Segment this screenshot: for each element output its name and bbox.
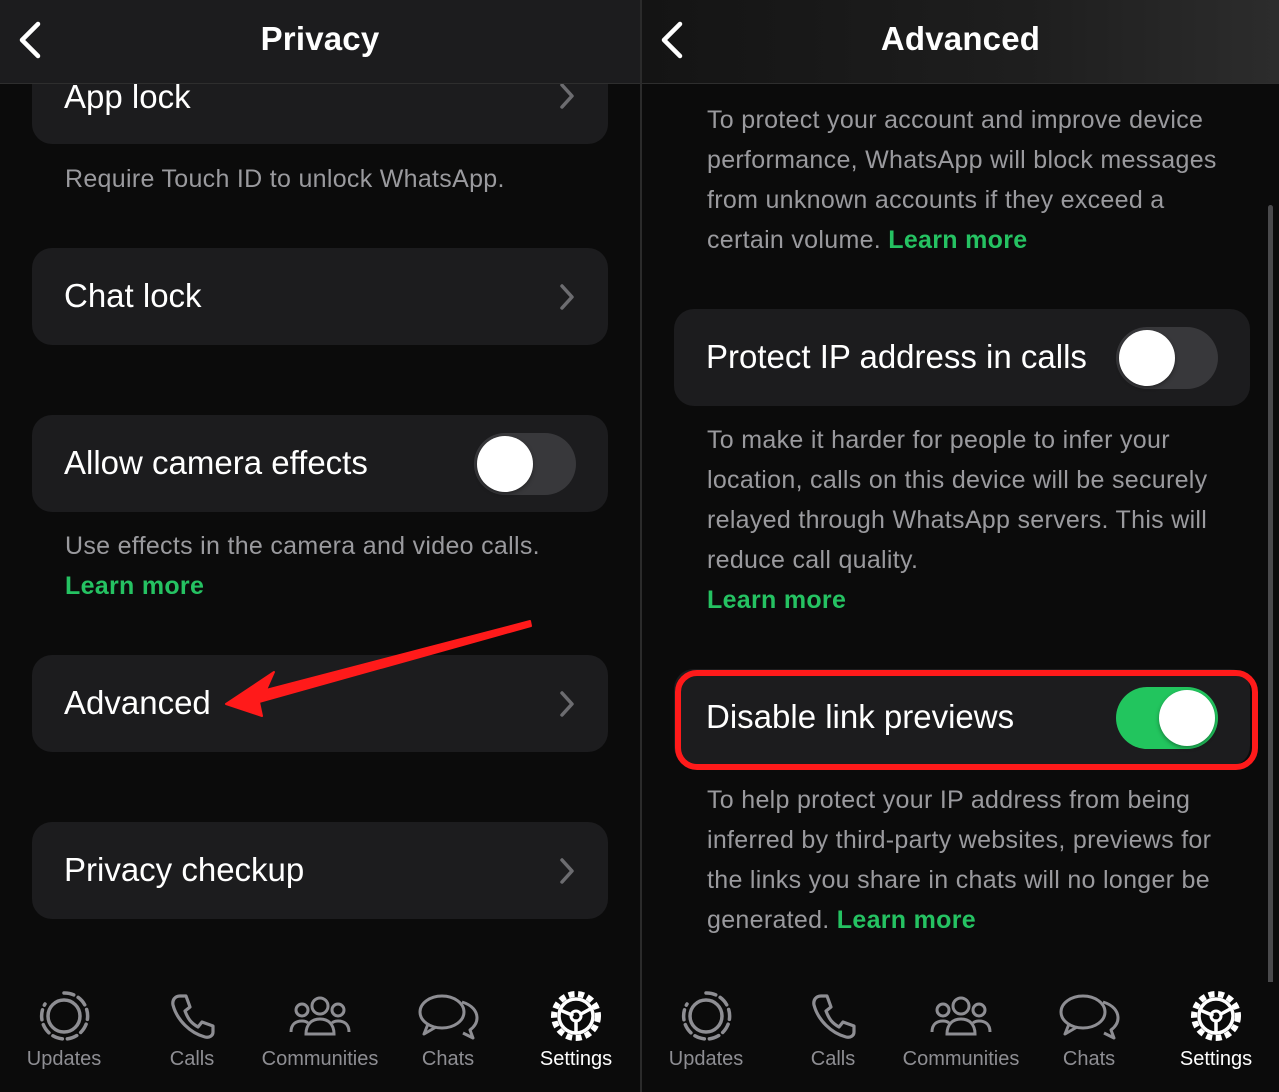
tab-label: Settings (1179, 1048, 1253, 1070)
learn-more-link[interactable]: Learn more (707, 586, 846, 614)
protect-ip-row: Protect IP address in calls (674, 309, 1250, 406)
protect-ip-description: To make it harder for people to infer yo… (707, 420, 1247, 620)
tab-settings[interactable]: Settings (1152, 982, 1279, 1092)
updates-icon (681, 991, 732, 1041)
link-previews-description: To help protect your IP address from bei… (707, 780, 1247, 940)
toggle-knob (1159, 690, 1215, 746)
advanced-screen: Advanced To protect your account and imp… (642, 0, 1279, 1092)
tab-communities[interactable]: Communities (897, 982, 1025, 1092)
annotation-arrow (225, 620, 532, 717)
learn-more-link[interactable]: Learn more (888, 226, 1027, 254)
gear-icon (1191, 991, 1241, 1041)
privacy-screen: Privacy App lock Require Touch ID to unl… (0, 0, 640, 1092)
page-title: Advanced (880, 20, 1041, 57)
nav-bar: Advanced (642, 0, 1279, 84)
toggle-knob (1119, 330, 1175, 386)
description-text: To make it harder for people to infer yo… (707, 426, 1208, 574)
protect-ip-toggle[interactable] (1116, 327, 1218, 389)
tab-updates[interactable]: Updates (642, 982, 770, 1092)
row-label: Disable link previews (706, 698, 1015, 735)
tab-bar: Updates Calls Communities Chats Settings (642, 982, 1279, 1092)
communities-icon (930, 996, 992, 1036)
tab-calls[interactable]: Calls (769, 982, 897, 1092)
chats-icon (1059, 994, 1120, 1040)
scrollbar[interactable] (1268, 205, 1273, 985)
learn-more-link[interactable]: Learn more (837, 906, 976, 934)
block-messages-description: To protect your account and improve devi… (707, 100, 1247, 260)
link-previews-toggle[interactable] (1116, 687, 1218, 749)
phone-icon (812, 994, 856, 1039)
tab-chats[interactable]: Chats (1025, 982, 1153, 1092)
row-label: Protect IP address in calls (706, 338, 1087, 375)
link-previews-row: Disable link previews (674, 669, 1250, 766)
